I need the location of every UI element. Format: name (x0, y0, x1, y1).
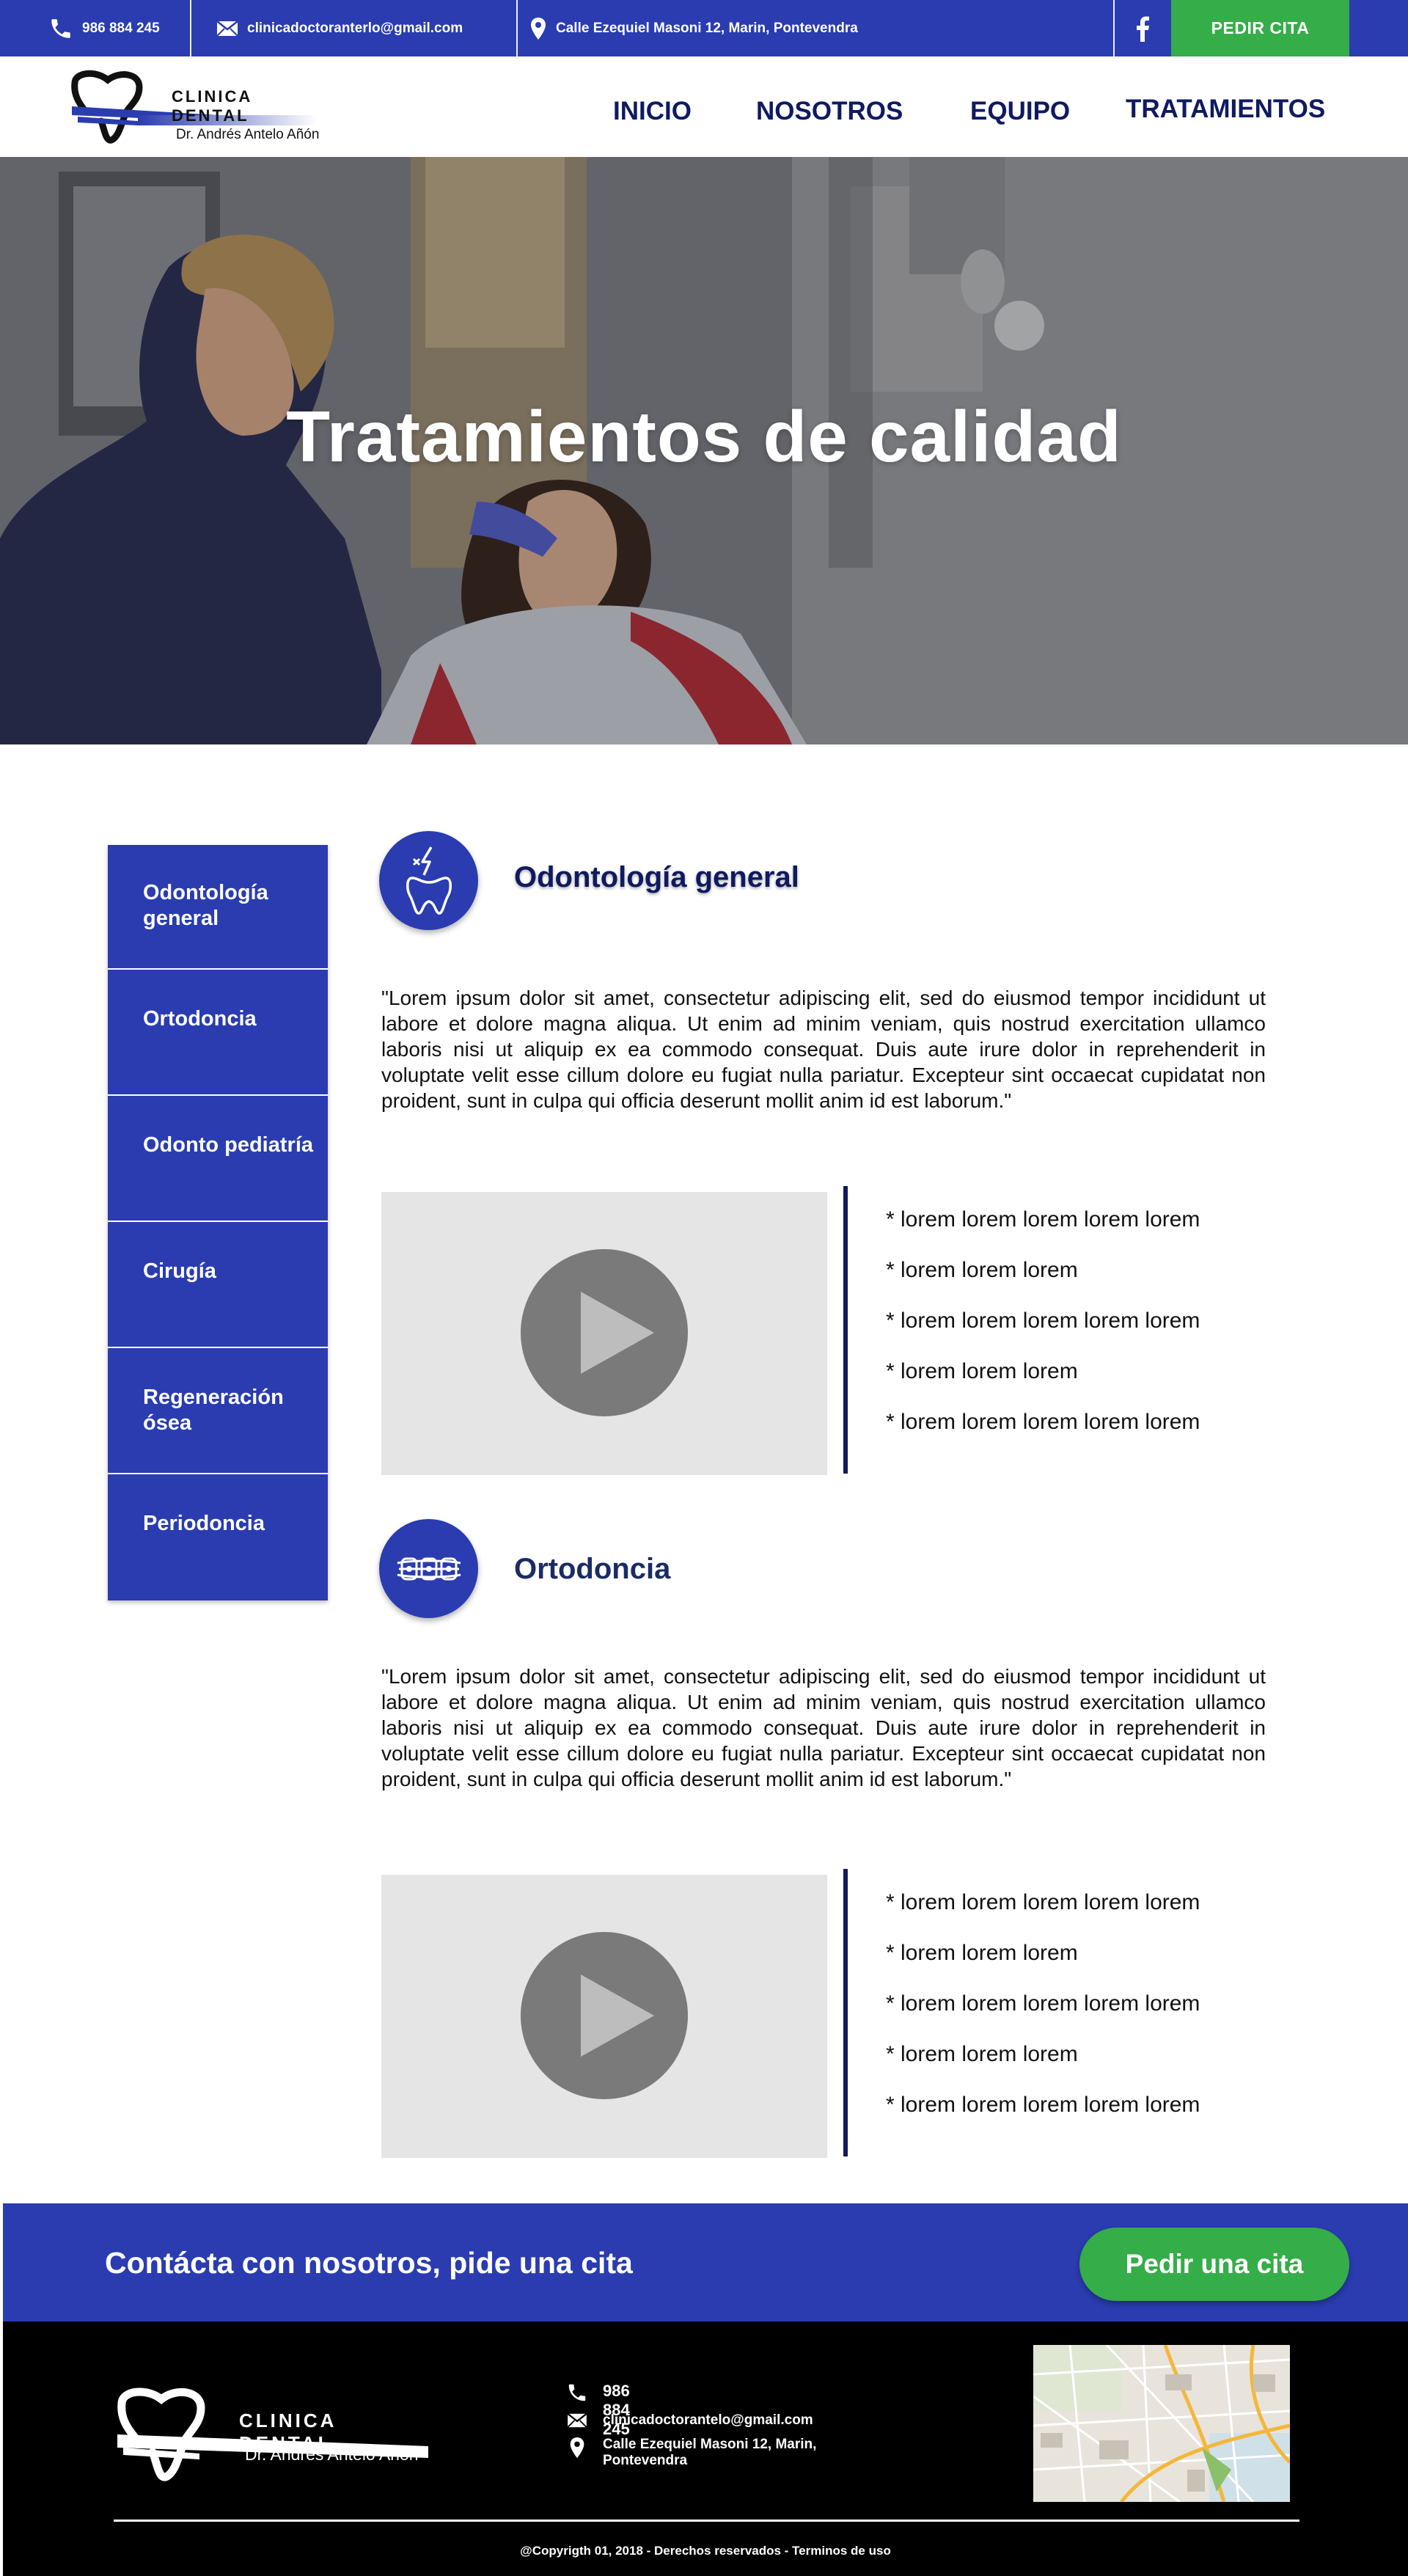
list-item: * lorem lorem lorem (886, 1941, 1078, 1965)
topbar-phone[interactable]: 986 884 245 (48, 0, 160, 56)
treatment-description: "Lorem ipsum dolor sit amet, consectetur… (381, 1665, 1266, 1790)
facebook-icon (1137, 16, 1149, 42)
footer-logo[interactable]: CLINICA DENTAL Dr. Andrés Antelo Añón (113, 2386, 428, 2486)
tooth-pain-icon (379, 831, 478, 930)
topbar-address: Calle Ezequiel Masoni 12, Marin, Ponteve… (529, 0, 858, 56)
footer-email[interactable]: clinicadoctorantelo@gmail.com (566, 2412, 813, 2429)
divider (190, 0, 191, 56)
list-item: * lorem lorem lorem (886, 2042, 1078, 2066)
footer: CLINICA DENTAL Dr. Andrés Antelo Añón 98… (3, 2321, 1408, 2576)
book-appointment-cta[interactable]: Pedir una cita (1079, 2228, 1349, 2301)
video-player[interactable] (381, 1192, 827, 1475)
treatment-list: * lorem lorem lorem lorem lorem * lorem … (886, 1207, 1200, 1460)
location-pin-icon (570, 2437, 584, 2459)
book-appointment-button[interactable]: PEDIR CITA (1171, 0, 1349, 56)
treatment-description: "Lorem ipsum dolor sit amet, consectetur… (381, 987, 1266, 1112)
divider (843, 1186, 848, 1474)
copyright[interactable]: @Copyrigth 01, 2018 - Derechos reservado… (3, 2544, 1408, 2558)
list-item: * lorem lorem lorem lorem lorem (886, 1207, 1200, 1232)
list-item: * lorem lorem lorem lorem lorem (886, 1991, 1200, 2016)
phone-icon (51, 18, 70, 38)
hero-title: Tratamientos de calidad (286, 396, 1122, 477)
contact-heading: Contácta con nosotros, pide una cita (105, 2246, 633, 2280)
list-item: * lorem lorem lorem lorem lorem (886, 2093, 1200, 2117)
nav-inicio[interactable]: INICIO (613, 97, 692, 126)
divider (843, 1869, 848, 2156)
nav-tratamientos[interactable]: TRATAMIENTOS (1126, 95, 1325, 124)
treatment-title: Odontología general (514, 861, 799, 893)
topbar-email-text: clinicadoctoranterlo@gmail.com (247, 20, 463, 36)
divider (114, 2520, 1299, 2522)
sidebar-item-periodoncia[interactable]: Periodoncia (108, 1476, 328, 1600)
header: CLINICA DENTAL Dr. Andrés Antelo Añón IN… (0, 56, 1408, 157)
list-item: * lorem lorem lorem (886, 1258, 1078, 1282)
logo-brand: CLINICA DENTAL (172, 87, 252, 125)
footer-address: Calle Ezequiel Masoni 12, Marin, Ponteve… (566, 2437, 830, 2469)
topbar-email[interactable]: clinicadoctoranterlo@gmail.com (216, 0, 463, 56)
list-item: * lorem lorem lorem lorem lorem (886, 1309, 1200, 1333)
sidebar-item-odontologia-general[interactable]: Odontología general (108, 845, 328, 970)
hero-banner: Tratamientos de calidad (0, 157, 1408, 744)
phone-icon (568, 2384, 586, 2401)
contact-band: Contácta con nosotros, pide una cita Ped… (3, 2203, 1408, 2321)
list-item: * lorem lorem lorem (886, 1359, 1078, 1383)
logo-doctor-name: Dr. Andrés Antelo Añón (176, 127, 320, 142)
play-icon[interactable] (521, 1932, 688, 2099)
treatments-sidebar: Odontología general Ortodoncia Odonto pe… (108, 845, 328, 1600)
footer-logo-doctor: Dr. Andrés Antelo Añón (245, 2445, 419, 2464)
sidebar-item-ortodoncia[interactable]: Ortodoncia (108, 971, 328, 1096)
divider (516, 0, 518, 56)
nav-equipo[interactable]: EQUIPO (970, 97, 1070, 126)
sidebar-item-cirugia[interactable]: Cirugía (108, 1223, 328, 1348)
list-item: * lorem lorem lorem lorem lorem (886, 1890, 1200, 1914)
footer-phone-text: 986 884 245 (603, 2382, 630, 2438)
facebook-button[interactable] (1115, 0, 1170, 56)
treatment-list: * lorem lorem lorem lorem lorem * lorem … (886, 1889, 1200, 2143)
footer-email-text: clinicadoctorantelo@gmail.com (603, 2412, 813, 2428)
play-icon[interactable] (521, 1249, 688, 1416)
mail-icon (216, 20, 238, 37)
top-bar: 986 884 245 clinicadoctoranterlo@gmail.c… (0, 0, 1408, 56)
footer-address-text: Calle Ezequiel Masoni 12, Marin, Ponteve… (603, 2437, 817, 2468)
treatment-title: Ortodoncia (514, 1553, 671, 1585)
video-player[interactable] (381, 1875, 827, 2158)
location-map[interactable] (1033, 2345, 1290, 2502)
mail-icon (567, 2412, 587, 2428)
braces-icon (379, 1519, 478, 1618)
location-pin-icon (531, 17, 546, 40)
topbar-address-text: Calle Ezequiel Masoni 12, Marin, Ponteve… (556, 20, 858, 36)
sidebar-item-regeneracion-osea[interactable]: Regeneración ósea (108, 1350, 328, 1474)
logo[interactable]: CLINICA DENTAL Dr. Andrés Antelo Añón (67, 70, 331, 146)
topbar-phone-text: 986 884 245 (82, 20, 160, 36)
sidebar-item-odontopediatria[interactable]: Odonto pediatría (108, 1097, 328, 1222)
nav-nosotros[interactable]: NOSOTROS (756, 97, 903, 126)
footer-phone[interactable]: 986 884 245 (566, 2382, 630, 2439)
list-item: * lorem lorem lorem lorem lorem (886, 1410, 1200, 1434)
